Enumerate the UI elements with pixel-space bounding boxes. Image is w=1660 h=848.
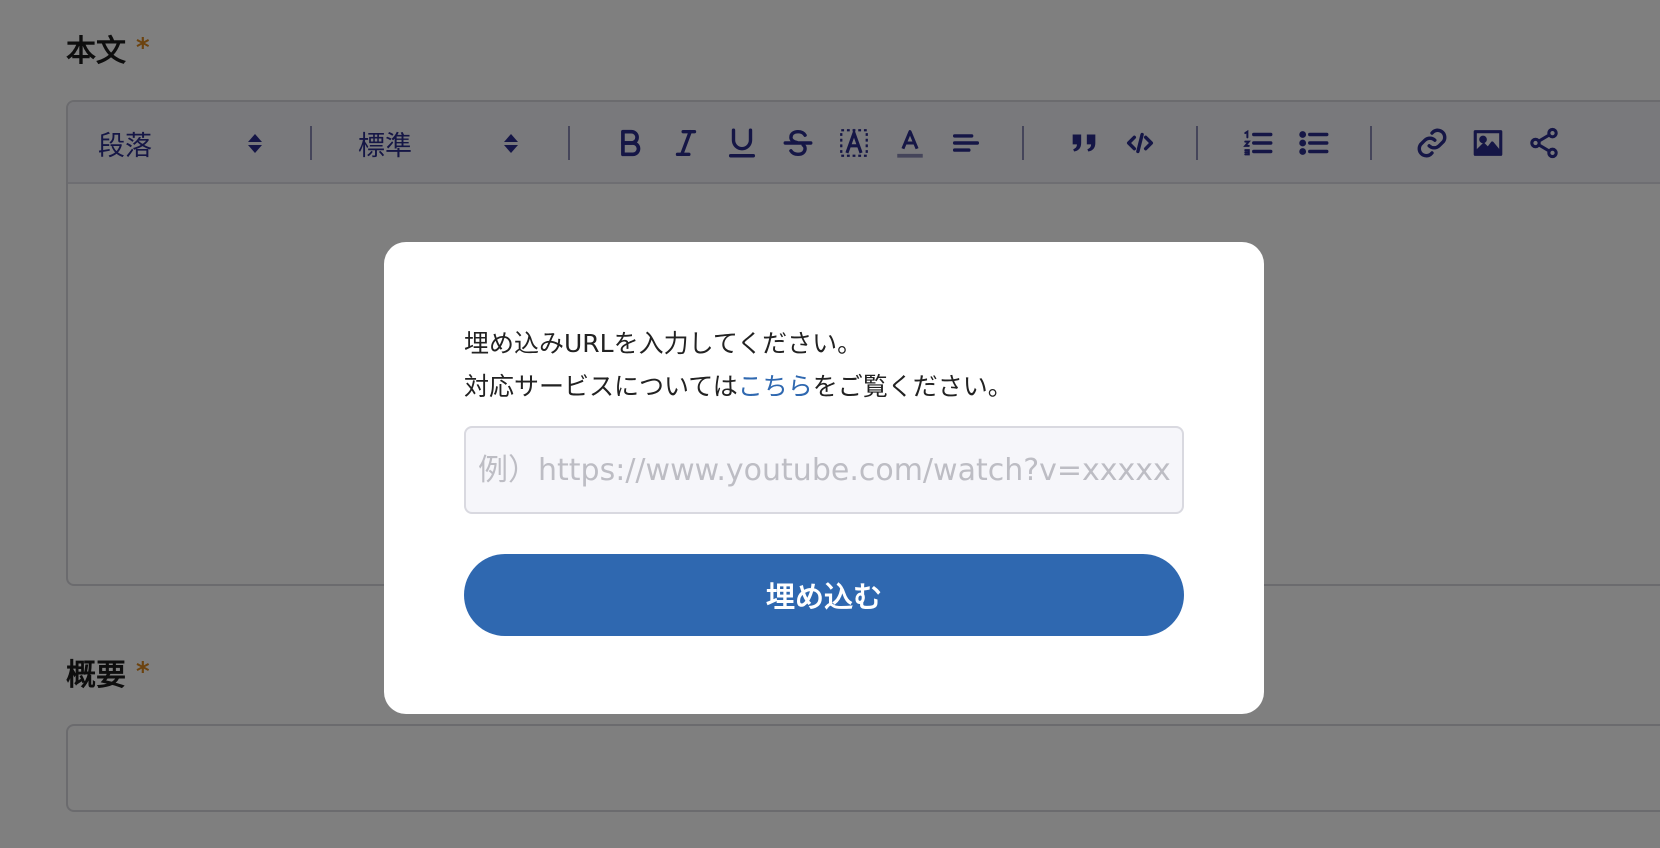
instruction-text-after: をご覧ください。	[812, 372, 1013, 401]
supported-services-link[interactable]: こちら	[738, 372, 813, 401]
embed-url-input[interactable]	[464, 426, 1184, 514]
embed-submit-button[interactable]: 埋め込む	[464, 554, 1184, 636]
instruction-text-before: 対応サービスについては	[464, 372, 738, 401]
embed-url-dialog: 埋め込みURLを入力してください。 対応サービスについてはこちらをご覧ください。…	[384, 242, 1264, 714]
instruction-line-2: 対応サービスについてはこちらをご覧ください。	[464, 365, 1184, 408]
instruction-line-1: 埋め込みURLを入力してください。	[464, 329, 863, 358]
embed-instructions: 埋め込みURLを入力してください。 対応サービスについてはこちらをご覧ください。	[464, 322, 1184, 408]
